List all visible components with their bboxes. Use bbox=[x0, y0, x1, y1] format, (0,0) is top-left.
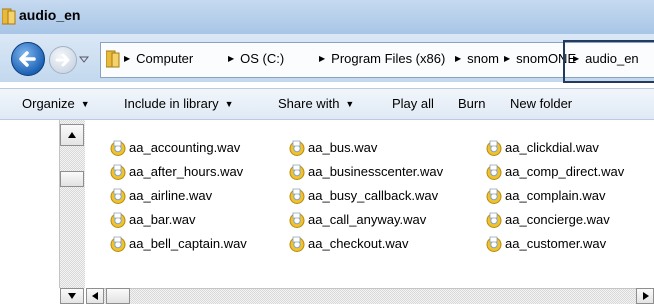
file-name: aa_busy_callback.wav bbox=[308, 188, 439, 203]
arrow-left-icon bbox=[19, 51, 36, 67]
arrow-up-icon bbox=[68, 132, 76, 138]
audio-file-icon bbox=[110, 140, 126, 156]
breadcrumb-label: Program Files (x86) bbox=[331, 51, 446, 66]
arrow-left-small-icon bbox=[92, 292, 98, 300]
breadcrumb-label: Computer bbox=[136, 51, 194, 66]
organize-button[interactable]: Organize ▼ bbox=[22, 96, 90, 111]
breadcrumb-item-snom[interactable]: ▶ snom bbox=[455, 51, 499, 66]
file-name: aa_bar.wav bbox=[129, 212, 196, 227]
audio-file-icon bbox=[110, 188, 126, 204]
audio-file-icon bbox=[289, 236, 305, 252]
audio-file-icon bbox=[486, 140, 502, 156]
audio-file-icon bbox=[110, 212, 126, 228]
file-name: aa_clickdial.wav bbox=[505, 140, 599, 155]
breadcrumb-item-computer[interactable]: ▶ Computer bbox=[124, 51, 193, 66]
file-name: aa_accounting.wav bbox=[129, 140, 241, 155]
file-name: aa_bus.wav bbox=[308, 140, 378, 155]
file-name: aa_call_anyway.wav bbox=[308, 212, 427, 227]
horizontal-scrollbar[interactable] bbox=[86, 288, 654, 304]
navigation-pane bbox=[0, 120, 58, 304]
share-with-button[interactable]: Share with ▼ bbox=[278, 96, 354, 111]
arrow-right-icon bbox=[55, 53, 70, 67]
audio-file-icon bbox=[110, 236, 126, 252]
breadcrumb-item-os-c[interactable]: ▶ OS (C:) bbox=[228, 51, 284, 66]
audio-file-icon bbox=[486, 212, 502, 228]
window-title: audio_en bbox=[19, 7, 81, 23]
burn-button[interactable]: Burn bbox=[458, 96, 485, 111]
horizontal-scroll-thumb[interactable] bbox=[106, 288, 130, 304]
file-name: aa_concierge.wav bbox=[505, 212, 610, 227]
recent-pages-dropdown[interactable] bbox=[79, 56, 89, 64]
audio-file-icon bbox=[289, 164, 305, 180]
audio-file-icon bbox=[486, 164, 502, 180]
file-name: aa_comp_direct.wav bbox=[505, 164, 625, 179]
include-label: Include in library bbox=[124, 96, 219, 111]
arrow-right-small-icon bbox=[643, 292, 649, 300]
scroll-right-button[interactable] bbox=[636, 288, 654, 304]
file-name: aa_complain.wav bbox=[505, 188, 606, 203]
scroll-down-button[interactable] bbox=[60, 288, 84, 304]
new-folder-button[interactable]: New folder bbox=[510, 96, 572, 111]
file-name: aa_customer.wav bbox=[505, 236, 607, 251]
audio-file-icon bbox=[486, 188, 502, 204]
scroll-up-button[interactable] bbox=[60, 124, 84, 146]
folder-icon bbox=[2, 8, 16, 25]
arrow-down-icon bbox=[68, 293, 76, 299]
highlight-frame bbox=[563, 40, 654, 83]
play-all-button[interactable]: Play all bbox=[392, 96, 434, 111]
organize-label: Organize bbox=[22, 96, 75, 111]
share-label: Share with bbox=[278, 96, 340, 111]
title-bar bbox=[0, 0, 654, 34]
forward-button[interactable] bbox=[49, 46, 77, 74]
scroll-left-button[interactable] bbox=[86, 288, 104, 304]
vertical-scroll-thumb[interactable] bbox=[60, 171, 84, 187]
file-name: aa_airline.wav bbox=[129, 188, 213, 203]
audio-file-icon bbox=[486, 236, 502, 252]
audio-file-icon bbox=[289, 212, 305, 228]
file-name: aa_after_hours.wav bbox=[129, 164, 244, 179]
audio-file-icon bbox=[289, 140, 305, 156]
breadcrumb-item-program-files[interactable]: ▶ Program Files (x86) bbox=[319, 51, 445, 66]
file-name: aa_bell_captain.wav bbox=[129, 236, 247, 251]
include-in-library-button[interactable]: Include in library ▼ bbox=[124, 96, 234, 111]
audio-file-icon bbox=[289, 188, 305, 204]
file-name: aa_businesscenter.wav bbox=[308, 164, 444, 179]
audio-file-icon bbox=[110, 164, 126, 180]
folder-icon bbox=[106, 50, 120, 68]
file-name: aa_checkout.wav bbox=[308, 236, 409, 251]
breadcrumb-label: snom bbox=[467, 51, 499, 66]
back-button[interactable] bbox=[11, 42, 45, 76]
breadcrumb-label: OS (C:) bbox=[240, 51, 285, 66]
